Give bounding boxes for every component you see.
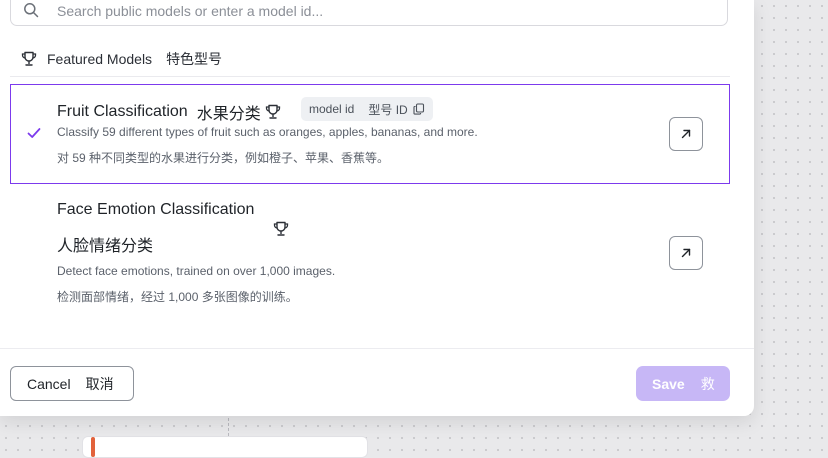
open-model-button[interactable] <box>669 236 703 270</box>
section-title: Featured Models <box>47 51 153 67</box>
model-title-cn: 人脸情绪分类 <box>57 238 154 255</box>
model-id-label-cn: 型号 ID <box>368 102 408 117</box>
model-title-row: Fruit Classification 水果分类 <box>57 100 282 124</box>
search-icon <box>24 3 39 18</box>
model-picker-dialog: Featured Models 特色型号 Fruit Classificatio… <box>0 0 754 416</box>
save-label: Save <box>652 375 685 392</box>
arrow-up-right-icon <box>681 129 691 139</box>
trophy-icon <box>21 51 37 66</box>
check-icon <box>27 128 41 138</box>
open-model-button[interactable] <box>669 117 703 151</box>
model-row-face-emotion-classification[interactable]: Face Emotion Classification 人脸情绪分类 Detec… <box>10 190 730 320</box>
arrow-up-right-icon <box>681 248 691 258</box>
section-title-cn: 特色型号 <box>166 51 223 67</box>
cancel-label-cn: 取消 <box>85 375 114 392</box>
model-description-cn: 对 59 种不同类型的水果进行分类，例如橙子、苹果、香蕉等。 <box>57 151 390 165</box>
search-box[interactable] <box>10 0 728 26</box>
model-description: Detect face emotions, trained on over 1,… <box>57 264 336 278</box>
save-button[interactable]: Save 救 <box>636 366 730 401</box>
search-input[interactable] <box>57 1 707 21</box>
cancel-button[interactable]: Cancel 取消 <box>10 366 134 401</box>
copy-icon[interactable] <box>413 103 425 115</box>
model-row-fruit-classification[interactable]: Fruit Classification 水果分类 model id 型号 ID… <box>10 84 730 184</box>
section-divider <box>10 76 730 77</box>
featured-models-header: Featured Models 特色型号 <box>20 48 222 70</box>
model-title-cn: 水果分类 <box>196 106 261 123</box>
model-id-chip[interactable]: model id 型号 ID <box>301 97 433 121</box>
model-title: Fruit Classification <box>57 103 188 120</box>
background-card-accent <box>91 437 95 457</box>
footer-divider <box>0 348 754 349</box>
trophy-icon <box>273 221 289 236</box>
model-description-cn: 检测面部情绪，经过 1,000 多张图像的训练。 <box>57 290 298 304</box>
background-card <box>82 436 368 458</box>
save-label-cn: 救 <box>700 375 715 392</box>
model-id-label: model id <box>309 102 355 116</box>
background-connector <box>228 418 229 436</box>
trophy-icon <box>265 104 280 119</box>
model-description: Classify 59 different types of fruit suc… <box>57 125 478 139</box>
model-title: Face Emotion Classification <box>57 201 255 218</box>
cancel-label: Cancel <box>27 375 71 392</box>
